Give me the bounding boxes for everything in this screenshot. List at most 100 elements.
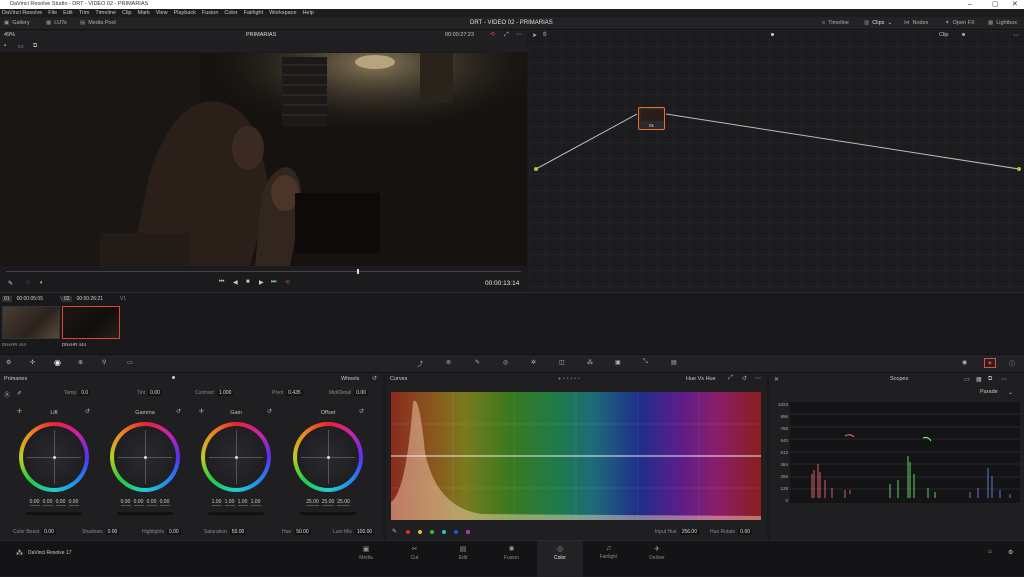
gamma-y[interactable]: 0.00 [120,499,131,506]
gain-picker-icon[interactable]: ✢ [199,408,204,415]
minimize-icon[interactable]: – [968,0,972,9]
play-reverse-icon[interactable]: ◀ [233,279,238,286]
yellow-swatch[interactable] [418,530,422,534]
skip-end-icon[interactable]: ⏭︎ [271,279,276,286]
close-icon[interactable]: ✕ [1012,0,1018,9]
middetail-value[interactable]: 0.00 [354,390,368,396]
hue-rotate-value[interactable]: 0.00 [738,529,753,535]
hue-vs-hue-graph[interactable] [391,392,761,520]
tracker-icon[interactable]: ✲ [531,359,536,366]
offset-wheel[interactable] [293,422,363,492]
menu-item[interactable]: File [48,9,57,17]
audio-icon[interactable]: 🔈︎ [40,280,44,287]
page-tab-color[interactable]: ◎ Color [537,541,583,577]
highlights-value[interactable]: 0.00 [166,529,181,535]
menu-item[interactable]: Trim [79,9,90,17]
more-options-icon[interactable]: ⋯ [516,30,522,41]
lift-reset-icon[interactable]: ↺ [85,408,90,415]
blur-icon[interactable]: ⁂ [587,359,593,366]
lift-wheel[interactable] [19,422,89,492]
3d-lut-icon[interactable]: ▤ [671,359,677,366]
highlight-icon[interactable]: ◌ [26,280,30,286]
menu-item[interactable]: Mark [138,9,150,17]
expand-icon[interactable]: ⤢ [728,375,733,382]
rgb-mixer-icon[interactable]: ⊕ [78,359,83,366]
curve-eyedropper-icon[interactable]: ✎ [392,528,397,535]
stop-icon[interactable]: ■ [246,279,250,285]
lift-master-slider[interactable] [26,512,82,515]
page-tab-cut[interactable]: ✂ Cut [392,541,438,577]
zoom-level[interactable]: 49% [4,30,15,41]
lummix-value[interactable]: 100.00 [354,529,375,535]
menu-item[interactable]: Clip [122,9,131,17]
menu-item[interactable]: Fusion [202,9,219,17]
play-icon[interactable]: ▶ [259,279,264,286]
timeline-scrubber[interactable] [6,271,521,272]
gamma-master-slider[interactable] [117,512,173,515]
curves-reset-icon[interactable]: ↺ [742,375,747,382]
gamma-reset-icon[interactable]: ↺ [176,408,181,415]
shadows-value[interactable]: 0.00 [105,529,120,535]
loop-icon[interactable]: ⟲ [490,30,495,41]
clip-thumbnail-1[interactable] [2,306,60,339]
gain-master-slider[interactable] [208,512,264,515]
camera-raw-icon[interactable]: ⚙ [6,359,11,366]
wipe-icon[interactable]: ⧉ [33,43,37,50]
menu-item[interactable]: Workspace [269,9,296,17]
scope-detach-icon[interactable]: ⧉ [988,376,992,383]
settings-icon[interactable]: ⚙ [1008,549,1013,556]
gamma-b[interactable]: 0.00 [159,499,170,506]
openfx-button[interactable]: ✦ Open FX [945,17,975,30]
viewer-clip-name[interactable]: PRIMARIAS [246,30,276,41]
clips-button[interactable]: ▥ Clips ⌄ [864,17,892,30]
gain-b[interactable]: 1.00 [250,499,261,506]
menu-item[interactable]: Help [303,9,314,17]
saturation-value[interactable]: 50.00 [229,529,247,535]
lift-g[interactable]: 0.00 [55,499,66,506]
menu-item[interactable]: View [156,9,168,17]
magenta-swatch[interactable] [466,530,470,534]
info-icon[interactable]: ⓘ [1009,359,1015,368]
page-tab-media[interactable]: ▣ Media [343,541,389,577]
offset-b[interactable]: 25.00 [337,499,350,506]
curves-mode[interactable]: Hue Vs Hue [686,376,716,382]
page-tab-deliver[interactable]: ✈ Deliver [634,541,680,577]
gain-reset-icon[interactable]: ↺ [267,408,272,415]
video-viewer[interactable] [0,53,527,266]
gain-r[interactable]: 1.00 [224,499,235,506]
gamma-wheel[interactable] [110,422,180,492]
warper-icon[interactable]: ⊚ [446,359,451,366]
node-editor[interactable]: ➤ ✋︎ Clip ⋯ 01 [529,30,1024,292]
green-swatch[interactable] [430,530,434,534]
collapse-icon[interactable]: ✕ [774,376,779,383]
gain-g[interactable]: 1.00 [237,499,248,506]
scopes-options-icon[interactable]: ⋯ [1001,376,1007,383]
lift-b[interactable]: 0.00 [68,499,79,506]
playhead[interactable] [357,269,359,274]
hue-value[interactable]: 50.00 [294,529,311,535]
media-pool-button[interactable]: ▤ Media Pool [80,17,116,30]
temp-value[interactable]: 0.0 [79,390,91,396]
eyedropper-icon[interactable]: ✎ [8,280,13,287]
3d-icon[interactable]: ▭ [127,359,133,366]
gain-y[interactable]: 1.00 [211,499,222,506]
magic-mask-icon[interactable]: ◫ [559,359,565,366]
curves-tool-icon[interactable]: ⤴ [417,359,423,368]
menu-item[interactable]: Fairlight [244,9,264,17]
keyframes-icon[interactable]: ◆ [984,358,996,368]
page-tab-fusion[interactable]: ✺ Fusion [489,541,535,577]
tint-value[interactable]: 0.00 [148,390,162,396]
red-swatch[interactable] [406,530,410,534]
fullscreen-icon[interactable]: ⤢ [504,30,509,41]
menu-item[interactable]: Color [224,9,237,17]
gamma-r[interactable]: 0.00 [133,499,144,506]
menu-item[interactable]: Playback [174,9,196,17]
gallery-button[interactable]: ▣ Gallery [4,17,30,30]
key-icon[interactable]: ▣ [615,359,621,366]
color-wheels-icon[interactable]: ◉ [54,358,61,367]
offset-g[interactable]: 25.00 [321,499,335,506]
auto-balance-icon[interactable]: Ⓐ [4,390,10,399]
clip-thumbnail-2[interactable] [62,306,120,339]
picker-icon[interactable]: ✐ [17,390,22,397]
skip-start-icon[interactable]: ⏮︎ [219,279,224,286]
